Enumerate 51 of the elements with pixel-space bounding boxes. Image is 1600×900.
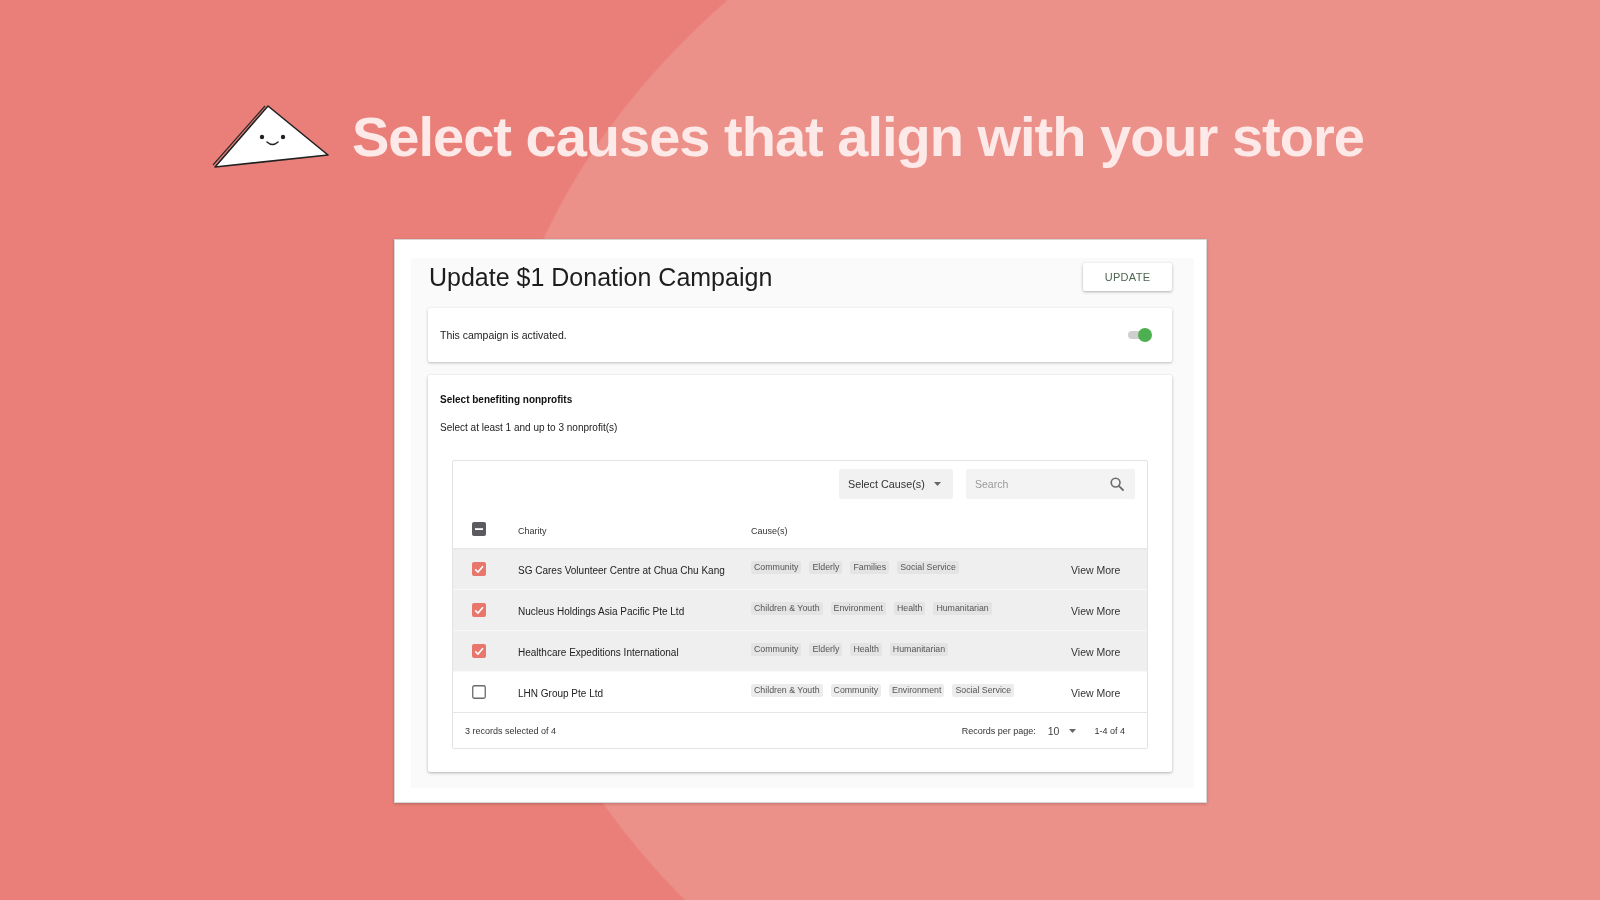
cause-tag: Health: [893, 601, 926, 615]
page-title: Update $1 Donation Campaign: [429, 262, 773, 292]
cause-tag: Children & Youth: [751, 683, 823, 697]
column-header: Cause(s): [751, 525, 788, 536]
cause-tag: Families: [850, 560, 890, 574]
row-checkbox[interactable]: [472, 562, 486, 576]
page-range: 1-4 of 4: [1094, 725, 1125, 736]
toggle-switch[interactable]: [1127, 327, 1153, 343]
cause-tag: Elderly: [809, 560, 843, 574]
per-page-select[interactable]: 10: [1047, 724, 1077, 737]
update-button[interactable]: UPDATE: [1083, 263, 1172, 291]
cause-select-dropdown[interactable]: Select Cause(s): [839, 469, 953, 499]
table-row[interactable]: Healthcare Expeditions International Community Elderly Health Humanitarian View More: [453, 631, 1147, 672]
caret-icon: [1069, 728, 1077, 733]
cause-tag: Children & Youth: [751, 601, 823, 615]
cause-tag: Social Service: [897, 560, 959, 574]
search-icon: [1110, 477, 1124, 491]
view-more-link[interactable]: View More: [1071, 687, 1121, 699]
cause-tag: Environment: [889, 683, 945, 697]
row-checkbox[interactable]: [472, 644, 486, 658]
cause-tag: Humanitarian: [933, 601, 992, 615]
cause-tag: Environment: [830, 601, 886, 615]
cause-tag: Humanitarian: [889, 642, 949, 656]
charity-name: Nucleus Holdings Asia Pacific Pte Ltd: [518, 606, 685, 617]
cause-tag: Community: [830, 683, 882, 697]
triangle-face-icon: [212, 103, 332, 170]
headline: Select causes that align with your store: [352, 103, 1364, 170]
table-row[interactable]: SG Cares Volunteer Centre at Chua Chu Kang Community Elderly Families Social Service View More: [453, 549, 1147, 590]
view-more-link[interactable]: View More: [1071, 605, 1121, 617]
records-per-page-label: Records per page:: [961, 725, 1036, 736]
charity-name: Healthcare Expeditions International: [518, 647, 679, 658]
column-header: Charity: [518, 525, 547, 536]
cause-tag: Community: [751, 560, 802, 574]
cause-tag: Social Service: [952, 683, 1015, 697]
cause-tag: Health: [850, 642, 882, 656]
selection-summary: 3 records selected of 4: [465, 725, 557, 736]
charity-name: LHN Group Pte Ltd: [518, 688, 604, 699]
activation-status-text: This campaign is activated.: [440, 329, 567, 341]
select-all-checkbox[interactable]: [472, 521, 486, 536]
view-more-link[interactable]: View More: [1071, 646, 1121, 658]
search-field[interactable]: Search: [966, 469, 1135, 499]
row-checkbox[interactable]: [472, 603, 486, 617]
section-title: Select benefiting nonprofits: [440, 394, 574, 406]
cause-tag: Elderly: [809, 642, 843, 656]
table-row[interactable]: Nucleus Holdings Asia Pacific Pte Ltd Children & Youth Environment Health Humanitarian View More: [453, 590, 1147, 631]
charity-name: SG Cares Volunteer Centre at Chua Chu Kang: [518, 565, 725, 576]
instruction-text: Select at least 1 and up to 3 nonprofit(s): [440, 422, 619, 434]
row-checkbox[interactable]: [472, 685, 486, 699]
view-more-link[interactable]: View More: [1071, 564, 1121, 576]
caret-icon: [933, 482, 941, 486]
cause-tag: Community: [751, 642, 802, 656]
